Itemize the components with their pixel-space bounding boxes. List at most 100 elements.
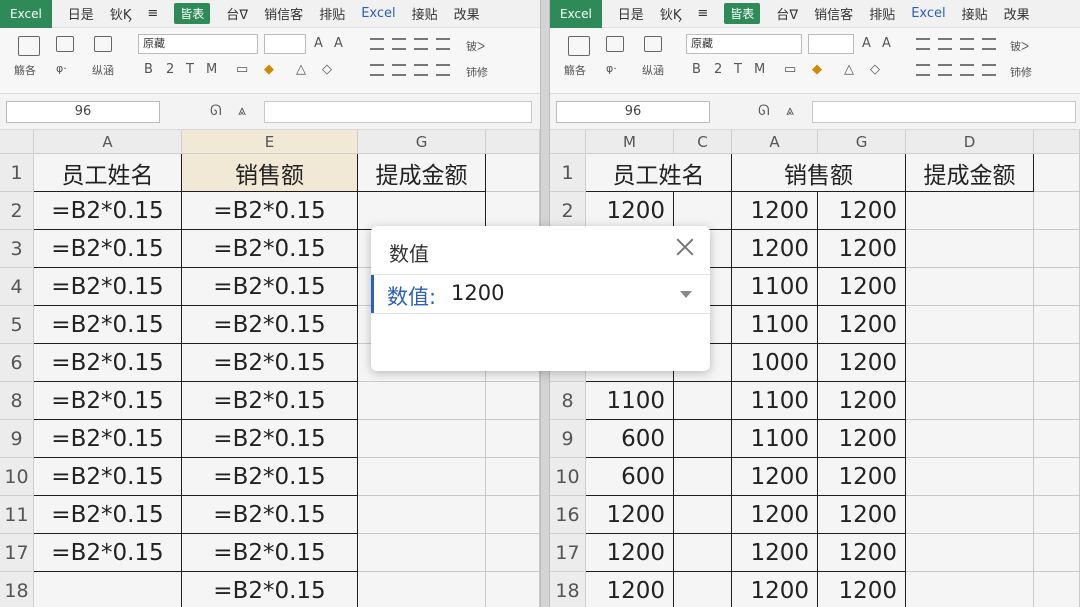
menu-item-5[interactable]: 台ᐁ <box>776 4 798 23</box>
value-cell[interactable]: 1200 <box>818 192 906 230</box>
align-justify-icon[interactable] <box>436 64 450 76</box>
name-box[interactable]: 96 <box>556 101 710 123</box>
grid-cell[interactable] <box>358 534 486 572</box>
grid-cell[interactable] <box>906 344 1034 382</box>
border-icon[interactable]: ▭ <box>236 62 248 77</box>
header-cell-name[interactable]: 员工姓名 <box>586 154 732 192</box>
grid-cell[interactable] <box>358 572 486 607</box>
font-size-select[interactable] <box>264 34 306 54</box>
clear-icon[interactable]: ◇ <box>322 62 332 77</box>
format-painter-label[interactable]: φ· <box>606 62 617 75</box>
grid-cell[interactable] <box>674 458 732 496</box>
menu-item-excel[interactable]: Excel <box>361 6 395 21</box>
bold-button[interactable]: B <box>144 62 153 77</box>
grid-cell[interactable] <box>1034 154 1080 192</box>
row-header[interactable]: 2 <box>550 192 586 230</box>
shrink-font-icon[interactable]: A <box>334 36 343 51</box>
menu-item-7[interactable]: 排贴 <box>319 4 345 23</box>
grid-cell[interactable] <box>486 154 540 192</box>
value-cell[interactable]: 1200 <box>732 496 818 534</box>
value-cell[interactable]: 1100 <box>586 382 674 420</box>
row-header[interactable]: 9 <box>0 420 34 458</box>
value-cell[interactable]: 600 <box>586 420 674 458</box>
grid-cell[interactable] <box>674 572 732 607</box>
menu-item-5[interactable]: 台ᐁ <box>226 4 248 23</box>
strike-button[interactable]: M <box>206 62 217 77</box>
align-top-icon[interactable] <box>370 38 384 50</box>
grid-cell[interactable] <box>486 420 540 458</box>
formula-cell[interactable]: =B2*0.15 <box>34 344 182 382</box>
formula-cell[interactable] <box>34 572 182 607</box>
row-header[interactable]: 1 <box>550 154 586 192</box>
value-cell[interactable]: 1200 <box>818 420 906 458</box>
grid-cell[interactable] <box>1034 572 1080 607</box>
value-cell[interactable]: 1200 <box>818 458 906 496</box>
shrink-font-icon[interactable]: A <box>882 36 891 51</box>
col-header-a[interactable]: A <box>732 130 818 154</box>
grid-cell[interactable] <box>906 230 1034 268</box>
value-cell[interactable]: 1200 <box>586 192 674 230</box>
col-header-extra[interactable] <box>1034 130 1080 154</box>
grid-cell[interactable] <box>906 420 1034 458</box>
col-header-c[interactable]: C <box>674 130 732 154</box>
clear-icon[interactable]: ◇ <box>870 62 880 77</box>
align-top-icon[interactable] <box>916 38 930 50</box>
formula-cell[interactable]: =B2*0.15 <box>34 458 182 496</box>
menu-item-1[interactable]: 日是 <box>618 4 644 23</box>
align-right-icon[interactable] <box>960 64 974 76</box>
value-cell[interactable]: 1100 <box>732 420 818 458</box>
menu-item-3[interactable]: ≡ <box>697 6 708 21</box>
grid-cell[interactable] <box>906 496 1034 534</box>
value-cell[interactable]: 600 <box>586 458 674 496</box>
italic-button[interactable]: 2 <box>714 62 722 77</box>
row-header[interactable]: 9 <box>550 420 586 458</box>
value-cell[interactable]: 1100 <box>732 382 818 420</box>
value-cell[interactable]: 1200 <box>818 382 906 420</box>
grid-cell[interactable] <box>906 458 1034 496</box>
grid-cell[interactable] <box>1034 458 1080 496</box>
value-cell[interactable]: 1200 <box>586 534 674 572</box>
align-left-icon[interactable] <box>916 64 930 76</box>
value-cell[interactable]: 1200 <box>732 458 818 496</box>
align-center-icon[interactable] <box>938 64 952 76</box>
row-header[interactable]: 1 <box>0 154 34 192</box>
formula-cell[interactable]: =B2*0.15 <box>182 344 358 382</box>
row-header[interactable]: 18 <box>0 572 34 607</box>
font-name-select[interactable]: 原藏 <box>686 34 802 54</box>
format-painter-label[interactable]: φ· <box>56 62 67 75</box>
grow-font-icon[interactable]: A <box>314 36 323 51</box>
formula-cell[interactable]: =B2*0.15 <box>34 534 182 572</box>
grow-font-icon[interactable]: A <box>862 36 871 51</box>
grid-cell[interactable] <box>1034 230 1080 268</box>
paste-label[interactable]: 觞各 <box>14 62 36 78</box>
grid-cell[interactable] <box>358 496 486 534</box>
brush-icon[interactable] <box>644 36 662 52</box>
grid-cell[interactable] <box>1034 534 1080 572</box>
formula-cell[interactable]: =B2*0.15 <box>34 420 182 458</box>
menu-item-9[interactable]: 接贴 <box>412 4 438 23</box>
align-orient-icon[interactable] <box>982 38 996 50</box>
grid-cell[interactable] <box>358 420 486 458</box>
header-cell-sales[interactable]: 销售额 <box>182 154 358 192</box>
value-cell[interactable]: 1200 <box>732 230 818 268</box>
menu-item-excel[interactable]: Excel <box>911 6 945 21</box>
formula-input[interactable] <box>264 101 532 123</box>
grid-cell[interactable] <box>358 382 486 420</box>
formula-cell[interactable]: =B2*0.15 <box>34 306 182 344</box>
row-header[interactable]: 8 <box>0 382 34 420</box>
grid-cell[interactable] <box>1034 420 1080 458</box>
value-cell[interactable]: 1200 <box>818 572 906 607</box>
grid-cell[interactable] <box>674 420 732 458</box>
row-header[interactable]: 18 <box>550 572 586 607</box>
copy-icon[interactable] <box>56 36 74 52</box>
paste-label[interactable]: 觞各 <box>564 62 586 78</box>
grid-cell[interactable] <box>1034 268 1080 306</box>
fx-cancel-icon[interactable]: ᘏ <box>758 103 770 119</box>
formula-cell[interactable]: =B2*0.15 <box>182 572 358 607</box>
align-center-icon[interactable] <box>392 64 406 76</box>
border-icon[interactable]: ▭ <box>784 62 796 77</box>
col-header-e[interactable]: E <box>182 130 358 154</box>
align-right-icon[interactable] <box>414 64 428 76</box>
grid-cell[interactable] <box>906 382 1034 420</box>
name-box[interactable]: 96 <box>6 101 160 123</box>
